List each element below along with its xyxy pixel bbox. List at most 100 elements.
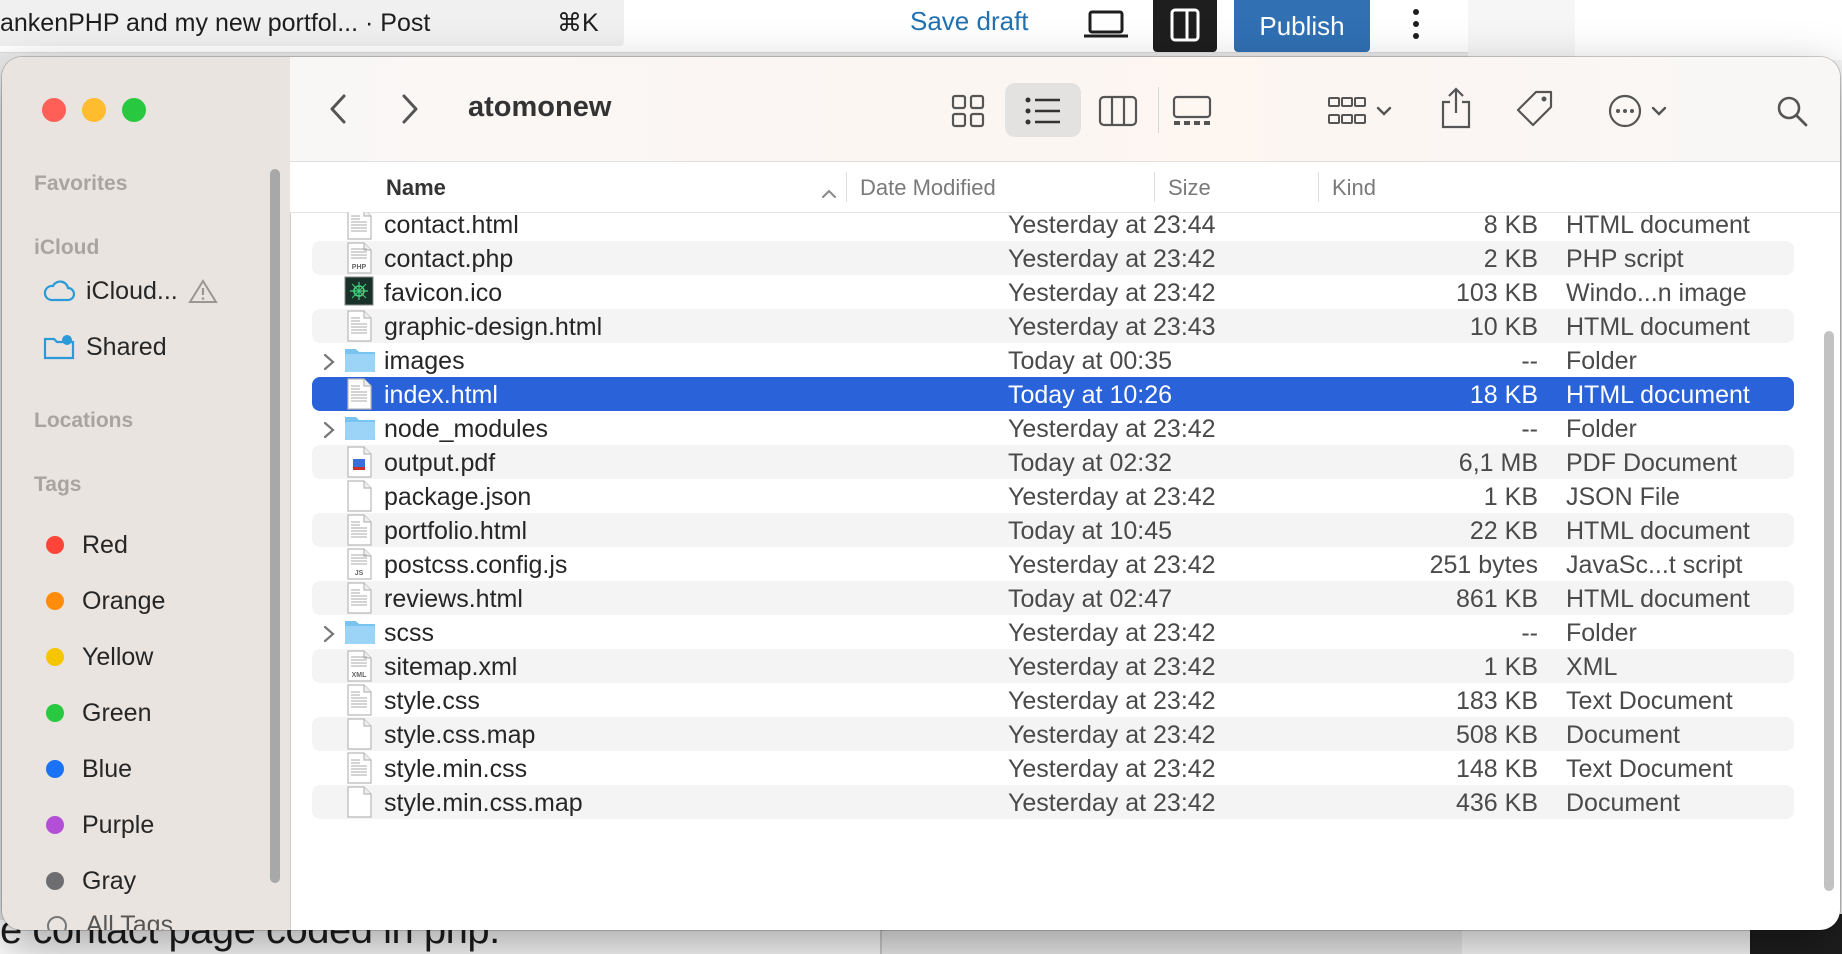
file-name: scss <box>384 619 434 647</box>
disclosure-chevron-icon[interactable] <box>322 622 336 643</box>
sidebar-section-icloud[interactable]: iCloud <box>34 236 99 260</box>
file-size: 10 KB <box>1469 313 1538 341</box>
publish-button[interactable]: Publish <box>1234 0 1370 52</box>
file-row[interactable]: style.min.css.map Yesterday at 23:42 436 K… <box>312 785 1794 819</box>
disclosure-chevron-icon[interactable] <box>322 418 336 439</box>
column-size-header[interactable]: Size <box>1168 175 1211 201</box>
sidebar-item-label: Green <box>82 698 152 727</box>
column-divider[interactable] <box>846 172 847 202</box>
file-kind: HTML document <box>1566 585 1750 613</box>
action-menu-button[interactable] <box>1600 89 1676 133</box>
sidebar-item-shared[interactable]: Shared <box>42 329 167 365</box>
file-date-modified: Yesterday at 23:42 <box>1008 755 1216 783</box>
column-date-header[interactable]: Date Modified <box>860 175 996 201</box>
sidebar-section-favorites[interactable]: Favorites <box>34 172 127 196</box>
file-name: package.json <box>384 483 532 511</box>
sidebar-tag-orange[interactable]: Orange <box>42 583 165 619</box>
disclosure-chevron-icon[interactable] <box>322 350 336 371</box>
sidebar-tag-yellow[interactable]: Yellow <box>42 639 153 675</box>
sidebar-tag-blue[interactable]: Blue <box>42 751 132 787</box>
sidebar-item-icloud-drive[interactable]: iCloud... <box>42 273 218 309</box>
file-size: 103 KB <box>1455 279 1538 307</box>
sidebar-section-tags[interactable]: Tags <box>34 473 81 497</box>
forward-button[interactable] <box>394 89 426 129</box>
share-button[interactable] <box>1434 83 1478 133</box>
blank-file-icon <box>344 718 374 750</box>
tag-color-dot-icon <box>46 816 64 834</box>
file-name: favicon.ico <box>384 279 503 307</box>
group-by-button[interactable] <box>1322 89 1398 133</box>
pdf-file-icon <box>344 446 374 478</box>
file-kind: HTML document <box>1566 313 1750 341</box>
file-row[interactable]: style.css.map Yesterday at 23:42 508 KB Doc… <box>312 717 1794 751</box>
file-row[interactable]: graphic-design.html Yesterday at 23:43 10 … <box>312 309 1794 343</box>
gallery-view-button[interactable] <box>1170 89 1214 133</box>
column-divider[interactable] <box>1318 172 1319 202</box>
file-row[interactable]: portfolio.html Today at 10:45 22 KB HTML do… <box>312 513 1794 547</box>
search-button[interactable] <box>1770 89 1814 133</box>
file-name: postcss.config.js <box>384 551 568 579</box>
tag-color-dot-icon <box>46 760 64 778</box>
file-row[interactable]: node_modules Yesterday at 23:42 -- Folder <box>312 411 1794 445</box>
file-row[interactable]: XML sitemap.xml Yesterday at 23:42 1 KB XML <box>312 649 1794 683</box>
file-date-modified: Yesterday at 23:42 <box>1008 619 1216 647</box>
sidebar-item-label: Gray <box>82 866 137 895</box>
sidebar-tag-purple[interactable]: Purple <box>42 807 154 843</box>
file-row[interactable]: reviews.html Today at 02:47 861 KB HTML doc… <box>312 581 1794 615</box>
file-row[interactable]: scss Yesterday at 23:42 -- Folder <box>312 615 1794 649</box>
file-row[interactable]: package.json Yesterday at 23:42 1 KB JSON F… <box>312 479 1794 513</box>
php-file-icon: PHP <box>344 242 374 274</box>
sidebar-tag-red[interactable]: Red <box>42 527 128 563</box>
column-view-button[interactable] <box>1096 89 1140 133</box>
sidebar-tag-green[interactable]: Green <box>42 695 151 731</box>
tag-button[interactable] <box>1512 87 1556 131</box>
file-kind: Text Document <box>1566 755 1733 783</box>
back-button[interactable] <box>322 89 354 129</box>
preview-button[interactable] <box>1082 4 1130 44</box>
chevron-down-icon <box>1376 106 1392 116</box>
more-options-button[interactable] <box>1404 4 1428 44</box>
column-kind-header[interactable]: Kind <box>1332 175 1376 201</box>
save-draft-button[interactable]: Save draft <box>910 6 1029 37</box>
minimize-window-button[interactable] <box>82 98 106 122</box>
file-row[interactable]: contact.html Yesterday at 23:44 8 KB HTML d… <box>312 212 1794 241</box>
html-file-icon <box>344 514 374 546</box>
file-kind: PHP script <box>1566 245 1684 273</box>
file-row[interactable]: favicon.ico Yesterday at 23:42 103 KB Windo… <box>312 275 1794 309</box>
column-name-header[interactable]: Name <box>386 175 446 201</box>
file-size: 508 KB <box>1455 721 1538 749</box>
sidebar-section-locations[interactable]: Locations <box>34 409 133 433</box>
svg-text:XML: XML <box>352 672 368 679</box>
finder-toolbar: atomonew <box>290 57 1840 162</box>
sort-ascending-icon[interactable] <box>820 180 838 206</box>
sidebar-item-all-tags[interactable]: All Tags... <box>42 907 194 930</box>
text-file-icon <box>344 684 374 716</box>
list-view-button[interactable] <box>1021 89 1065 133</box>
column-divider[interactable] <box>1154 172 1155 202</box>
icon-view-button[interactable] <box>946 89 990 133</box>
share-icon <box>1441 87 1471 129</box>
file-date-modified: Today at 02:47 <box>1008 585 1173 613</box>
file-row[interactable]: index.html Today at 10:26 18 KB HTML docume… <box>312 377 1794 411</box>
sidebar-scrollbar[interactable] <box>270 169 280 883</box>
file-list-scrollbar[interactable] <box>1824 331 1834 891</box>
file-kind: HTML document <box>1566 381 1750 409</box>
file-row[interactable]: style.css Yesterday at 23:42 183 KB Text Do… <box>312 683 1794 717</box>
sidebar-tag-gray[interactable]: Gray <box>42 863 136 899</box>
tag-color-dot-icon <box>46 592 64 610</box>
chevron-down-icon <box>1651 106 1667 116</box>
file-row[interactable]: images Today at 00:35 -- Folder <box>312 343 1794 377</box>
file-date-modified: Yesterday at 23:42 <box>1008 721 1216 749</box>
file-row[interactable]: style.min.css Yesterday at 23:42 148 KB Tex… <box>312 751 1794 785</box>
file-row[interactable]: JS postcss.config.js Yesterday at 23:42 251… <box>312 547 1794 581</box>
file-row[interactable]: PHP contact.php Yesterday at 23:42 2 KB PHP … <box>312 241 1794 275</box>
svg-text:JS: JS <box>355 570 364 577</box>
settings-sidebar-toggle[interactable] <box>1153 0 1217 52</box>
close-window-button[interactable] <box>42 98 66 122</box>
file-kind: PDF Document <box>1566 449 1737 477</box>
file-row[interactable]: output.pdf Today at 02:32 6,1 MB PDF Docume… <box>312 445 1794 479</box>
folder-icon <box>344 616 375 648</box>
command-palette-button[interactable]: ankenPHP and my new portfol... · Post ⌘K <box>0 0 624 46</box>
sidebar-item-label: Shared <box>86 332 167 361</box>
zoom-window-button[interactable] <box>122 98 146 122</box>
